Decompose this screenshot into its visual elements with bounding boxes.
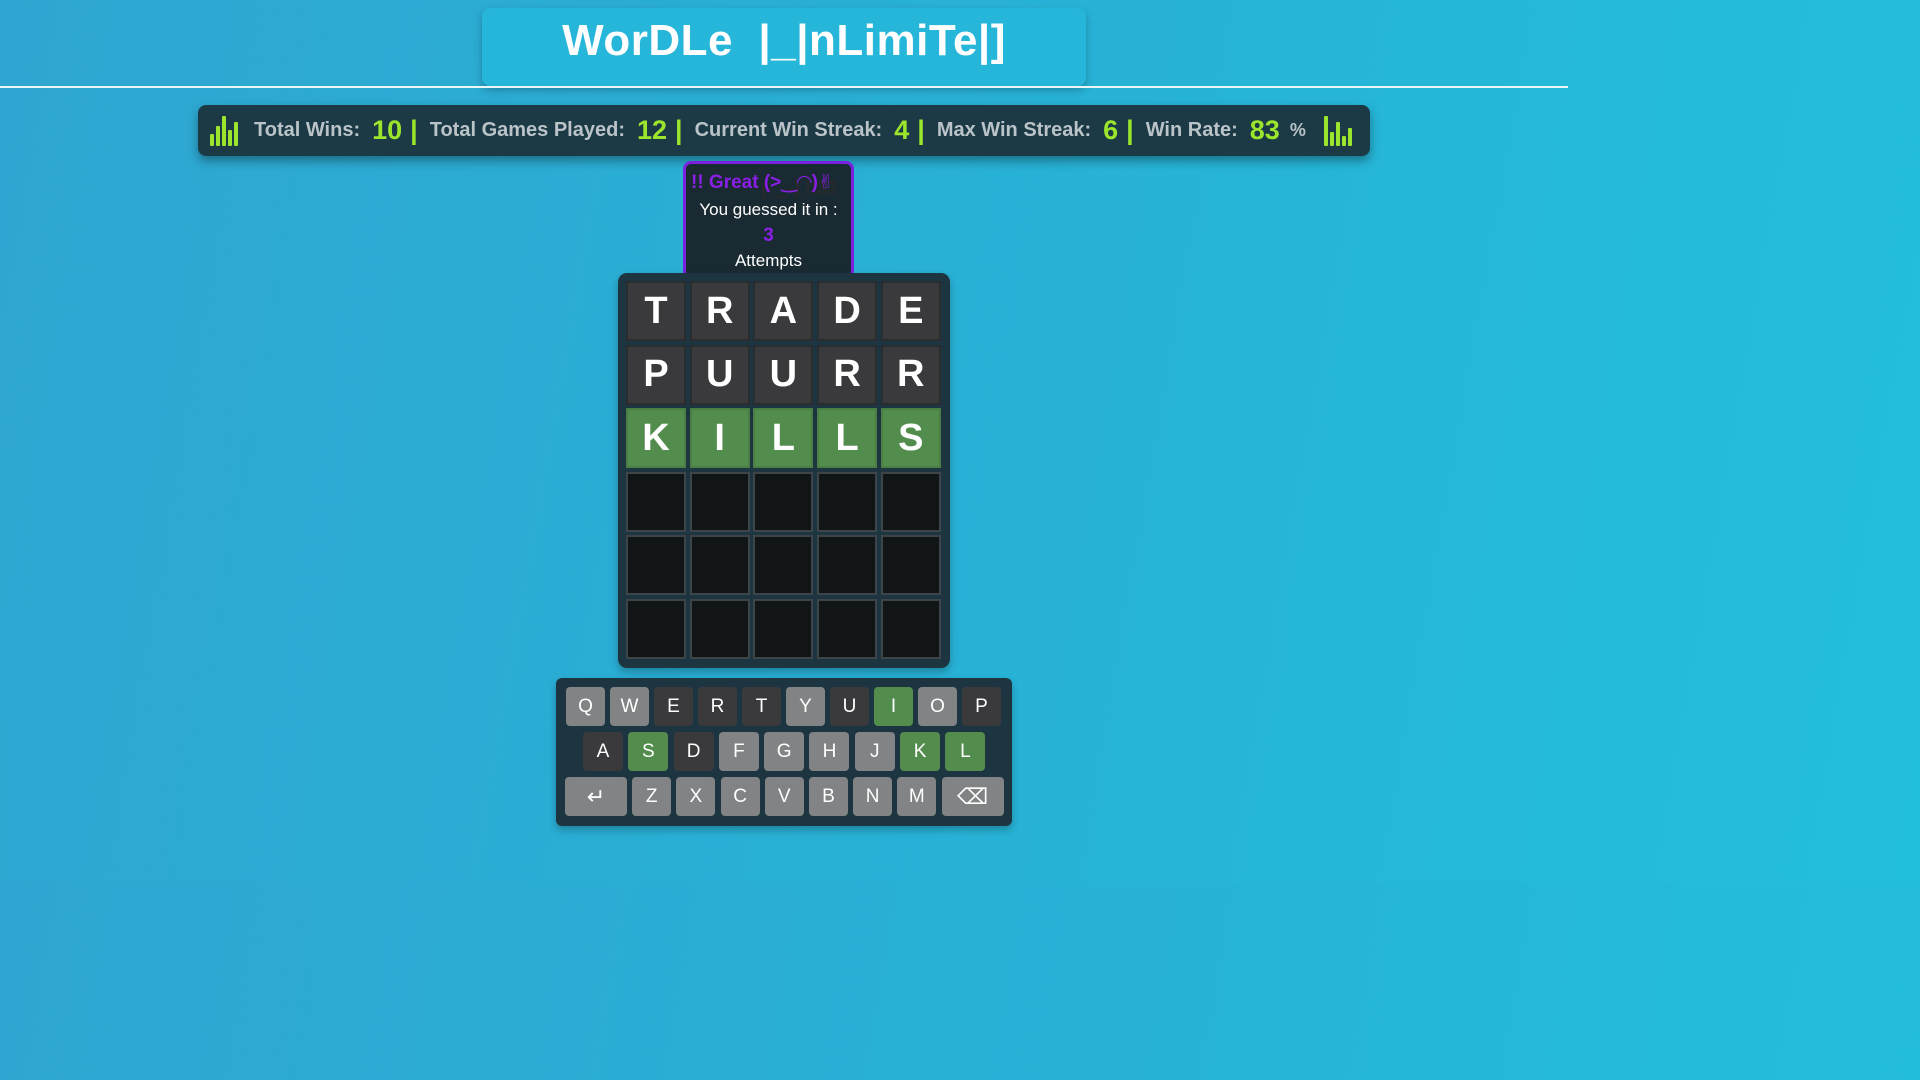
tile-grid: TRADEPUURRKILLS xyxy=(626,281,941,659)
stat-separator: | xyxy=(410,115,418,145)
key-k[interactable]: K xyxy=(900,732,941,771)
percent-sign: % xyxy=(1289,120,1306,140)
board-tile: L xyxy=(817,408,878,469)
page-title: WorDLe |_|nLimiTe|] xyxy=(562,16,1006,65)
board-tile xyxy=(626,535,686,596)
board-tile: P xyxy=(626,344,686,405)
key-y[interactable]: Y xyxy=(786,687,825,726)
board-tile: A xyxy=(753,281,814,341)
games-played-label: Total Games Played: xyxy=(429,119,625,141)
board-tile: L xyxy=(753,408,814,469)
board-tile xyxy=(817,598,878,659)
stat-separator: | xyxy=(1126,115,1134,145)
game-board: TRADEPUURRKILLS xyxy=(618,273,950,668)
key-r[interactable]: R xyxy=(698,687,737,726)
key-h[interactable]: H xyxy=(809,732,850,771)
key-l[interactable]: L xyxy=(945,732,986,771)
bar-chart-icon xyxy=(210,115,238,146)
key-w[interactable]: W xyxy=(610,687,649,726)
current-streak-value: 4 xyxy=(894,115,910,145)
toast-heading: !! Great (>‿◠)✌ xyxy=(691,172,834,193)
key-n[interactable]: N xyxy=(853,777,893,816)
board-tile xyxy=(689,598,750,659)
board-tile xyxy=(753,471,814,532)
stat-separator: | xyxy=(675,115,683,145)
board-tile: T xyxy=(626,281,686,341)
board-tile xyxy=(626,598,686,659)
board-tile: R xyxy=(689,281,750,341)
key-e[interactable]: E xyxy=(654,687,693,726)
board-tile xyxy=(626,471,686,532)
board-tile xyxy=(880,598,941,659)
max-streak-value: 6 xyxy=(1103,115,1119,145)
board-tile xyxy=(880,535,941,596)
keyboard-row: ↵ Z X C V B N M ⌫ xyxy=(556,777,1012,816)
board-tile xyxy=(689,471,750,532)
key-t[interactable]: T xyxy=(742,687,781,726)
board-tile: I xyxy=(689,408,750,469)
stat-separator: | xyxy=(917,115,925,145)
key-a[interactable]: A xyxy=(583,732,623,771)
key-m[interactable]: M xyxy=(897,777,937,816)
enter-key[interactable]: ↵ xyxy=(565,777,627,816)
board-tile: R xyxy=(880,344,941,405)
key-f[interactable]: F xyxy=(718,732,759,771)
title-card: WorDLe |_|nLimiTe|] xyxy=(482,8,1086,86)
board-tile: E xyxy=(880,281,941,341)
key-b[interactable]: B xyxy=(808,777,848,816)
key-i[interactable]: I xyxy=(874,687,913,726)
board-tile xyxy=(817,535,878,596)
key-c[interactable]: C xyxy=(720,777,760,816)
key-z[interactable]: Z xyxy=(632,777,672,816)
key-x[interactable]: X xyxy=(676,777,716,816)
result-toast: (-‿-) !!33 !! Great (>‿◠)✌ You guessed i… xyxy=(683,161,854,279)
key-u[interactable]: U xyxy=(830,687,869,726)
bar-chart-icon xyxy=(1323,115,1352,146)
board-tile xyxy=(817,471,878,532)
total-wins-value: 10 xyxy=(372,115,403,145)
key-q[interactable]: Q xyxy=(566,687,605,726)
max-streak-label: Max Win Streak: xyxy=(936,119,1092,141)
win-rate-value: 83 xyxy=(1249,115,1280,145)
current-streak-label: Current Win Streak: xyxy=(694,119,883,141)
key-d[interactable]: D xyxy=(673,732,714,771)
toast-attempts-label: Attempts xyxy=(734,251,803,270)
board-tile xyxy=(689,535,750,596)
key-o[interactable]: O xyxy=(918,687,957,726)
board-tile: U xyxy=(753,344,814,405)
board-tile: R xyxy=(817,344,878,405)
total-wins-label: Total Wins: xyxy=(254,119,361,141)
keyboard-row: ASDFGHJKL xyxy=(556,732,1012,771)
key-s[interactable]: S xyxy=(628,732,669,771)
key-v[interactable]: V xyxy=(764,777,804,816)
key-g[interactable]: G xyxy=(764,732,805,771)
board-tile: K xyxy=(626,408,686,469)
key-p[interactable]: P xyxy=(962,687,1001,726)
board-tile: U xyxy=(689,344,750,405)
attempt-count: 3 xyxy=(763,225,774,246)
toast-message: You guessed it in : xyxy=(699,200,838,219)
win-rate-label: Win Rate: xyxy=(1145,119,1238,141)
stats-bar: Total Wins: 10 | Total Games Played: 12 … xyxy=(198,105,1370,156)
header-divider xyxy=(0,86,1568,88)
board-tile xyxy=(880,471,941,532)
on-screen-keyboard: Q W E R T Y U I O P A S D F G H J K L ↵ Z X C V B N M ⌫ xyxy=(556,678,1012,826)
keyboard-row: QWERTYUIOP xyxy=(556,687,1012,726)
games-played-value: 12 xyxy=(636,115,668,145)
backspace-key[interactable]: ⌫ xyxy=(941,777,1004,816)
board-tile: D xyxy=(817,281,878,341)
key-j[interactable]: J xyxy=(854,732,895,771)
board-tile xyxy=(753,535,814,596)
board-tile: S xyxy=(880,408,941,469)
board-tile xyxy=(753,598,814,659)
